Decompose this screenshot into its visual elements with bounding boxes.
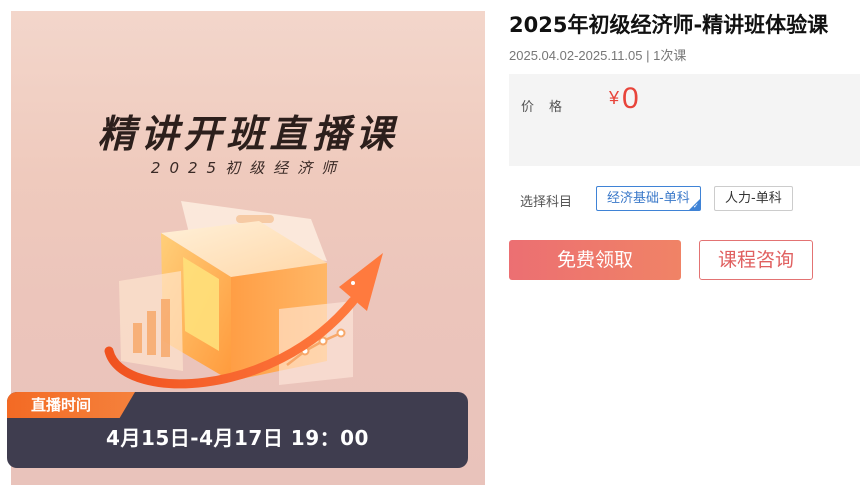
live-time-text: 4月15日-4月17日 19：00 [106,426,369,450]
course-title: 2025年初级经济师-精讲班体验课 [509,13,829,37]
subject-option-label: 经济基础-单科 [607,191,690,206]
poster-subheadline: 2025初级经济师 [150,159,346,177]
poster-headline: 精讲开班直播课 [97,112,399,156]
price-label: 价格 [521,100,578,115]
currency-symbol: ¥ [609,88,620,108]
price-box: 价格 ¥0 [509,74,860,166]
free-claim-button[interactable]: 免费领取 [509,240,681,280]
subject-option-hr[interactable]: 人力-单科 [714,186,793,211]
live-time-tag: 直播时间 [7,392,135,418]
subject-option-label: 人力-单科 [725,191,782,206]
cube-chart-illustration [104,201,383,389]
check-icon: ✓ [692,202,699,210]
subject-label: 选择科目 [520,195,573,210]
course-meta: 2025.04.02-2025.11.05 | 1次课 [509,48,687,63]
price-value: ¥0 [609,82,639,116]
course-consult-button[interactable]: 课程咨询 [699,240,813,280]
subject-option-economics-basics[interactable]: 经济基础-单科 ✓ [596,186,701,211]
price-amount: 0 [622,82,639,115]
